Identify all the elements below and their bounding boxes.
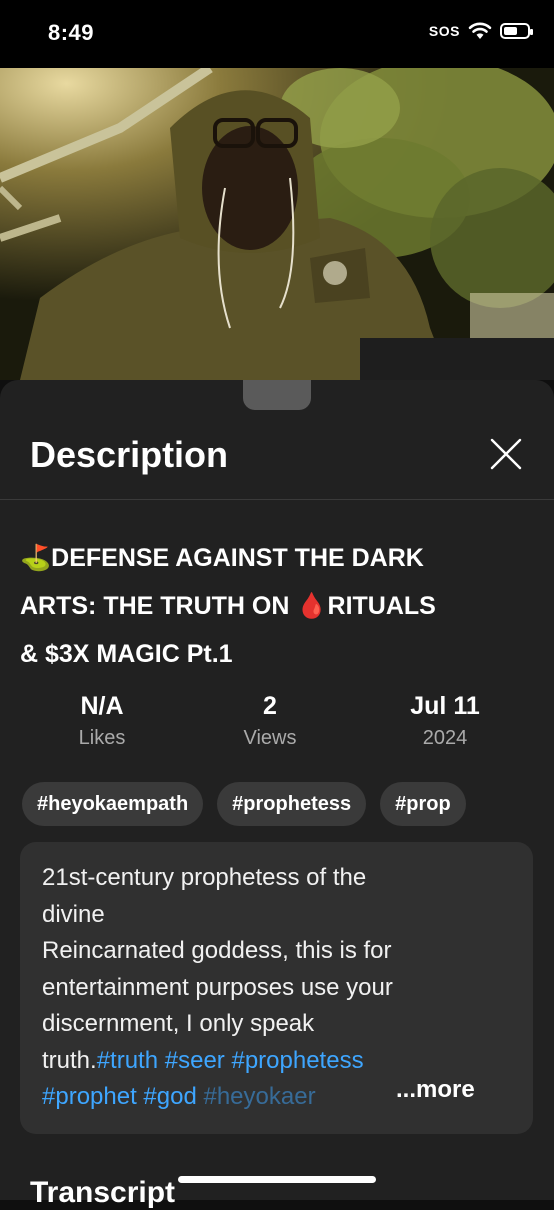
likes-label: Likes (78, 727, 126, 749)
hashtag-link[interactable]: #truth (97, 1047, 158, 1074)
hashtag-link[interactable]: #prophet (42, 1083, 137, 1110)
blood-drop-emoji: 🩸 (296, 592, 328, 620)
battery-icon (500, 23, 533, 39)
date-year: 2024 (422, 727, 468, 749)
hashtag-chip[interactable]: #heyokaempath (22, 782, 204, 826)
hashtag-chip[interactable]: #prophetess (217, 782, 367, 826)
sheet-title: Description (30, 434, 229, 475)
description-sheet: Description ⛳DEFENSE AGAINST THE DARK AR… (0, 380, 554, 1209)
status-bar: 8:49 SOS (0, 0, 554, 68)
hashtag-chip[interactable]: #prop (380, 782, 466, 826)
close-icon (490, 438, 522, 470)
wifi-icon (468, 22, 492, 39)
battery-level (504, 27, 517, 35)
video-title-line-2: ARTS: THE TRUTH ON 🩸RITUALS (20, 592, 436, 620)
transcript-heading: Transcript (30, 1176, 176, 1209)
golf-flag-emoji: ⛳ (20, 544, 52, 572)
close-button[interactable] (486, 434, 526, 474)
views-label: Views (243, 727, 297, 749)
hashtag-link-truncated[interactable]: #heyokaer (203, 1083, 315, 1110)
likes-stat: N/A Likes (42, 692, 162, 750)
hashtag-link[interactable]: #prophetess (231, 1047, 363, 1074)
date-value: Jul 11 (410, 692, 480, 720)
video-player[interactable] (0, 68, 554, 380)
description-box[interactable]: 21st-century prophetess of the divine Re… (20, 842, 533, 1134)
views-value: 2 (263, 692, 277, 720)
hashtag-link[interactable]: #seer (165, 1047, 225, 1074)
hashtag-chips: #heyokaempath #prophetess #prop (22, 782, 554, 826)
date-stat: Jul 11 2024 (380, 692, 510, 750)
video-thumbnail-image (0, 68, 554, 380)
likes-value: N/A (80, 692, 124, 720)
home-indicator[interactable] (178, 1176, 376, 1183)
video-title-line-3: & $3X MAGIC Pt.1 (20, 640, 233, 668)
status-time: 8:49 (48, 20, 95, 45)
video-title: ⛳DEFENSE AGAINST THE DARK ARTS: THE TRUT… (20, 534, 540, 678)
divider (0, 499, 554, 500)
video-title-line-1: ⛳DEFENSE AGAINST THE DARK (20, 544, 424, 572)
views-stat: 2 Views (210, 692, 330, 750)
hashtag-link[interactable]: #god (143, 1083, 196, 1110)
more-button[interactable]: ...more (396, 1076, 475, 1104)
status-icons: SOS (428, 22, 533, 40)
cellular-sos-label: SOS (428, 23, 460, 39)
drag-handle[interactable] (243, 380, 311, 410)
